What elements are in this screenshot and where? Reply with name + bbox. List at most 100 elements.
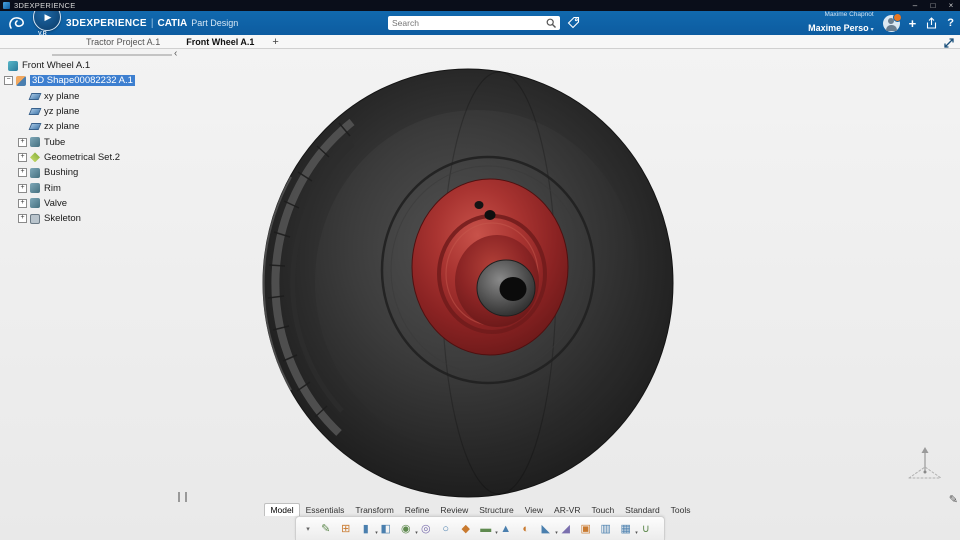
product-icon xyxy=(8,60,18,71)
user-full-name: Maxime Chapnot xyxy=(824,10,874,18)
brand-name: 3DEXPERIENCE xyxy=(66,17,147,29)
window-title: 3DEXPERIENCE xyxy=(14,1,76,10)
tree-root-label: Front Wheel A.1 xyxy=(22,60,91,72)
search-icon[interactable] xyxy=(546,18,557,29)
app-header: 3DEXPERIENCE | CATIA Part Design Maxime … xyxy=(0,11,960,35)
add-content-button[interactable]: + xyxy=(909,16,917,31)
search-input[interactable] xyxy=(388,18,546,28)
close-button[interactable]: × xyxy=(942,0,960,11)
ribbon-tab[interactable]: Essentials xyxy=(301,504,350,516)
stiffener-icon[interactable]: ▲ xyxy=(498,521,514,537)
tree-expander[interactable]: + xyxy=(18,168,27,178)
tree-expander[interactable]: − xyxy=(4,76,13,86)
solid-icon xyxy=(30,167,40,178)
document-tab[interactable]: Tractor Project A.1 xyxy=(86,37,160,47)
tree-expander[interactable]: + xyxy=(18,137,27,147)
tree-expander[interactable]: + xyxy=(18,214,27,224)
avatar[interactable] xyxy=(882,12,902,32)
mirror-icon[interactable]: ▥ xyxy=(598,521,614,537)
tree-item-label: Valve xyxy=(44,197,68,209)
tree-item[interactable]: + Skeleton xyxy=(2,211,202,226)
solid-icon xyxy=(30,183,40,194)
3ds-logo-icon[interactable] xyxy=(6,14,30,32)
pattern-icon[interactable]: ▦ xyxy=(618,521,638,537)
skeleton-icon xyxy=(30,213,40,224)
plane-icon xyxy=(28,108,42,116)
hub-bore xyxy=(499,277,527,301)
tree-item[interactable]: + Bushing xyxy=(2,165,202,180)
new-tab-button[interactable]: + xyxy=(272,36,278,48)
brand-separator: | xyxy=(150,17,154,29)
tag-search-icon[interactable] xyxy=(567,16,580,29)
tree-item[interactable]: zx plane xyxy=(2,119,202,134)
tree-item[interactable]: xy plane xyxy=(2,89,202,104)
chevron-down-icon: ▾ xyxy=(870,26,874,33)
share-icon[interactable] xyxy=(925,16,938,30)
shell-icon[interactable]: ▣ xyxy=(578,521,594,537)
pad-icon[interactable]: ▮ xyxy=(358,521,378,537)
global-search[interactable] xyxy=(388,16,560,30)
tree-item[interactable]: yz plane xyxy=(2,104,202,119)
ribbon-tab[interactable]: Review xyxy=(435,504,473,516)
app-name: CATIA xyxy=(157,17,188,29)
compass-play-icon: ▶ xyxy=(44,11,52,22)
ribbon-tab[interactable]: Transform xyxy=(350,504,398,516)
document-tab[interactable]: Front Wheel A.1 xyxy=(186,37,254,47)
tree-root[interactable]: Front Wheel A.1 xyxy=(2,58,202,73)
tree-item-label: Tube xyxy=(44,136,66,148)
tree-item[interactable]: + Valve xyxy=(2,196,202,211)
tree-item-label: 3D Shape00082232 A.1 xyxy=(30,75,135,87)
tree-item[interactable]: + Rim xyxy=(2,180,202,195)
geoset-icon xyxy=(30,152,40,163)
tree-item-label: Skeleton xyxy=(44,213,81,225)
chamfer-icon[interactable]: ◣ xyxy=(538,521,558,537)
ribbon-tab[interactable]: Standard xyxy=(620,504,665,516)
collapse-actionbar-icon[interactable]: ▾ xyxy=(306,525,310,533)
positioned-sketch-icon[interactable]: ⊞ xyxy=(338,521,354,537)
hole-icon[interactable]: ○ xyxy=(438,521,454,537)
ribbon-tab[interactable]: Touch xyxy=(586,504,619,516)
tree-item[interactable]: + Tube xyxy=(2,134,202,149)
tree-expander[interactable]: + xyxy=(18,198,27,208)
action-bar: Model Essentials Transform Refine Review… xyxy=(0,503,960,540)
ribbon-tab[interactable]: Model xyxy=(264,503,300,516)
slot-icon[interactable]: ▬ xyxy=(478,521,498,537)
ribbon-tab[interactable]: Refine xyxy=(400,504,435,516)
ribbon-tab[interactable]: Structure xyxy=(474,504,519,516)
ribbon-tab[interactable]: Tools xyxy=(666,504,696,516)
boolean-union-icon[interactable]: ∪ xyxy=(638,521,654,537)
ribbon-tab[interactable]: AR-VR xyxy=(549,504,585,516)
expand-panel-icon[interactable] xyxy=(943,37,955,49)
solid-icon xyxy=(30,137,40,148)
pocket-icon[interactable]: ◧ xyxy=(378,521,394,537)
tree-expander[interactable]: + xyxy=(18,152,27,162)
model-tree: Front Wheel A.1 − 3D Shape00082232 A.1 x… xyxy=(2,58,202,226)
plane-icon xyxy=(28,92,42,100)
ribbon-tab[interactable]: View xyxy=(520,504,548,516)
document-tabbar: Tractor Project A.1 Front Wheel A.1 + xyxy=(0,35,960,49)
help-button[interactable]: ? xyxy=(947,17,954,29)
wheel-model[interactable] xyxy=(262,68,674,498)
shaft-icon[interactable]: ◉ xyxy=(398,521,418,537)
shape-icon xyxy=(16,75,26,86)
window-titlebar: 3DEXPERIENCE – □ × xyxy=(0,0,960,11)
draft-icon[interactable]: ◢ xyxy=(558,521,574,537)
plane-icon xyxy=(28,123,42,131)
minimize-button[interactable]: – xyxy=(906,0,924,11)
tree-item[interactable]: + Geometrical Set.2 xyxy=(2,150,202,165)
account-menu[interactable]: Maxime Chapnot Maxime Perso ▾ xyxy=(808,11,874,36)
panel-resize-handle[interactable] xyxy=(178,492,187,502)
rib-icon[interactable]: ◆ xyxy=(458,521,474,537)
avatar-body xyxy=(885,24,897,31)
sketch-icon[interactable]: ✎ xyxy=(318,521,334,537)
tree-item-label: Rim xyxy=(44,182,61,194)
maximize-button[interactable]: □ xyxy=(924,0,942,11)
fillet-icon[interactable]: ◐ xyxy=(518,521,534,537)
tree-scrollbar[interactable] xyxy=(52,54,172,56)
groove-icon[interactable]: ◎ xyxy=(418,521,434,537)
app-logo-icon xyxy=(3,2,10,9)
tree-item[interactable]: − 3D Shape00082232 A.1 xyxy=(2,73,202,88)
notification-badge xyxy=(892,12,902,22)
app-brand: 3DEXPERIENCE | CATIA Part Design xyxy=(66,11,238,35)
tree-expander[interactable]: + xyxy=(18,183,27,193)
